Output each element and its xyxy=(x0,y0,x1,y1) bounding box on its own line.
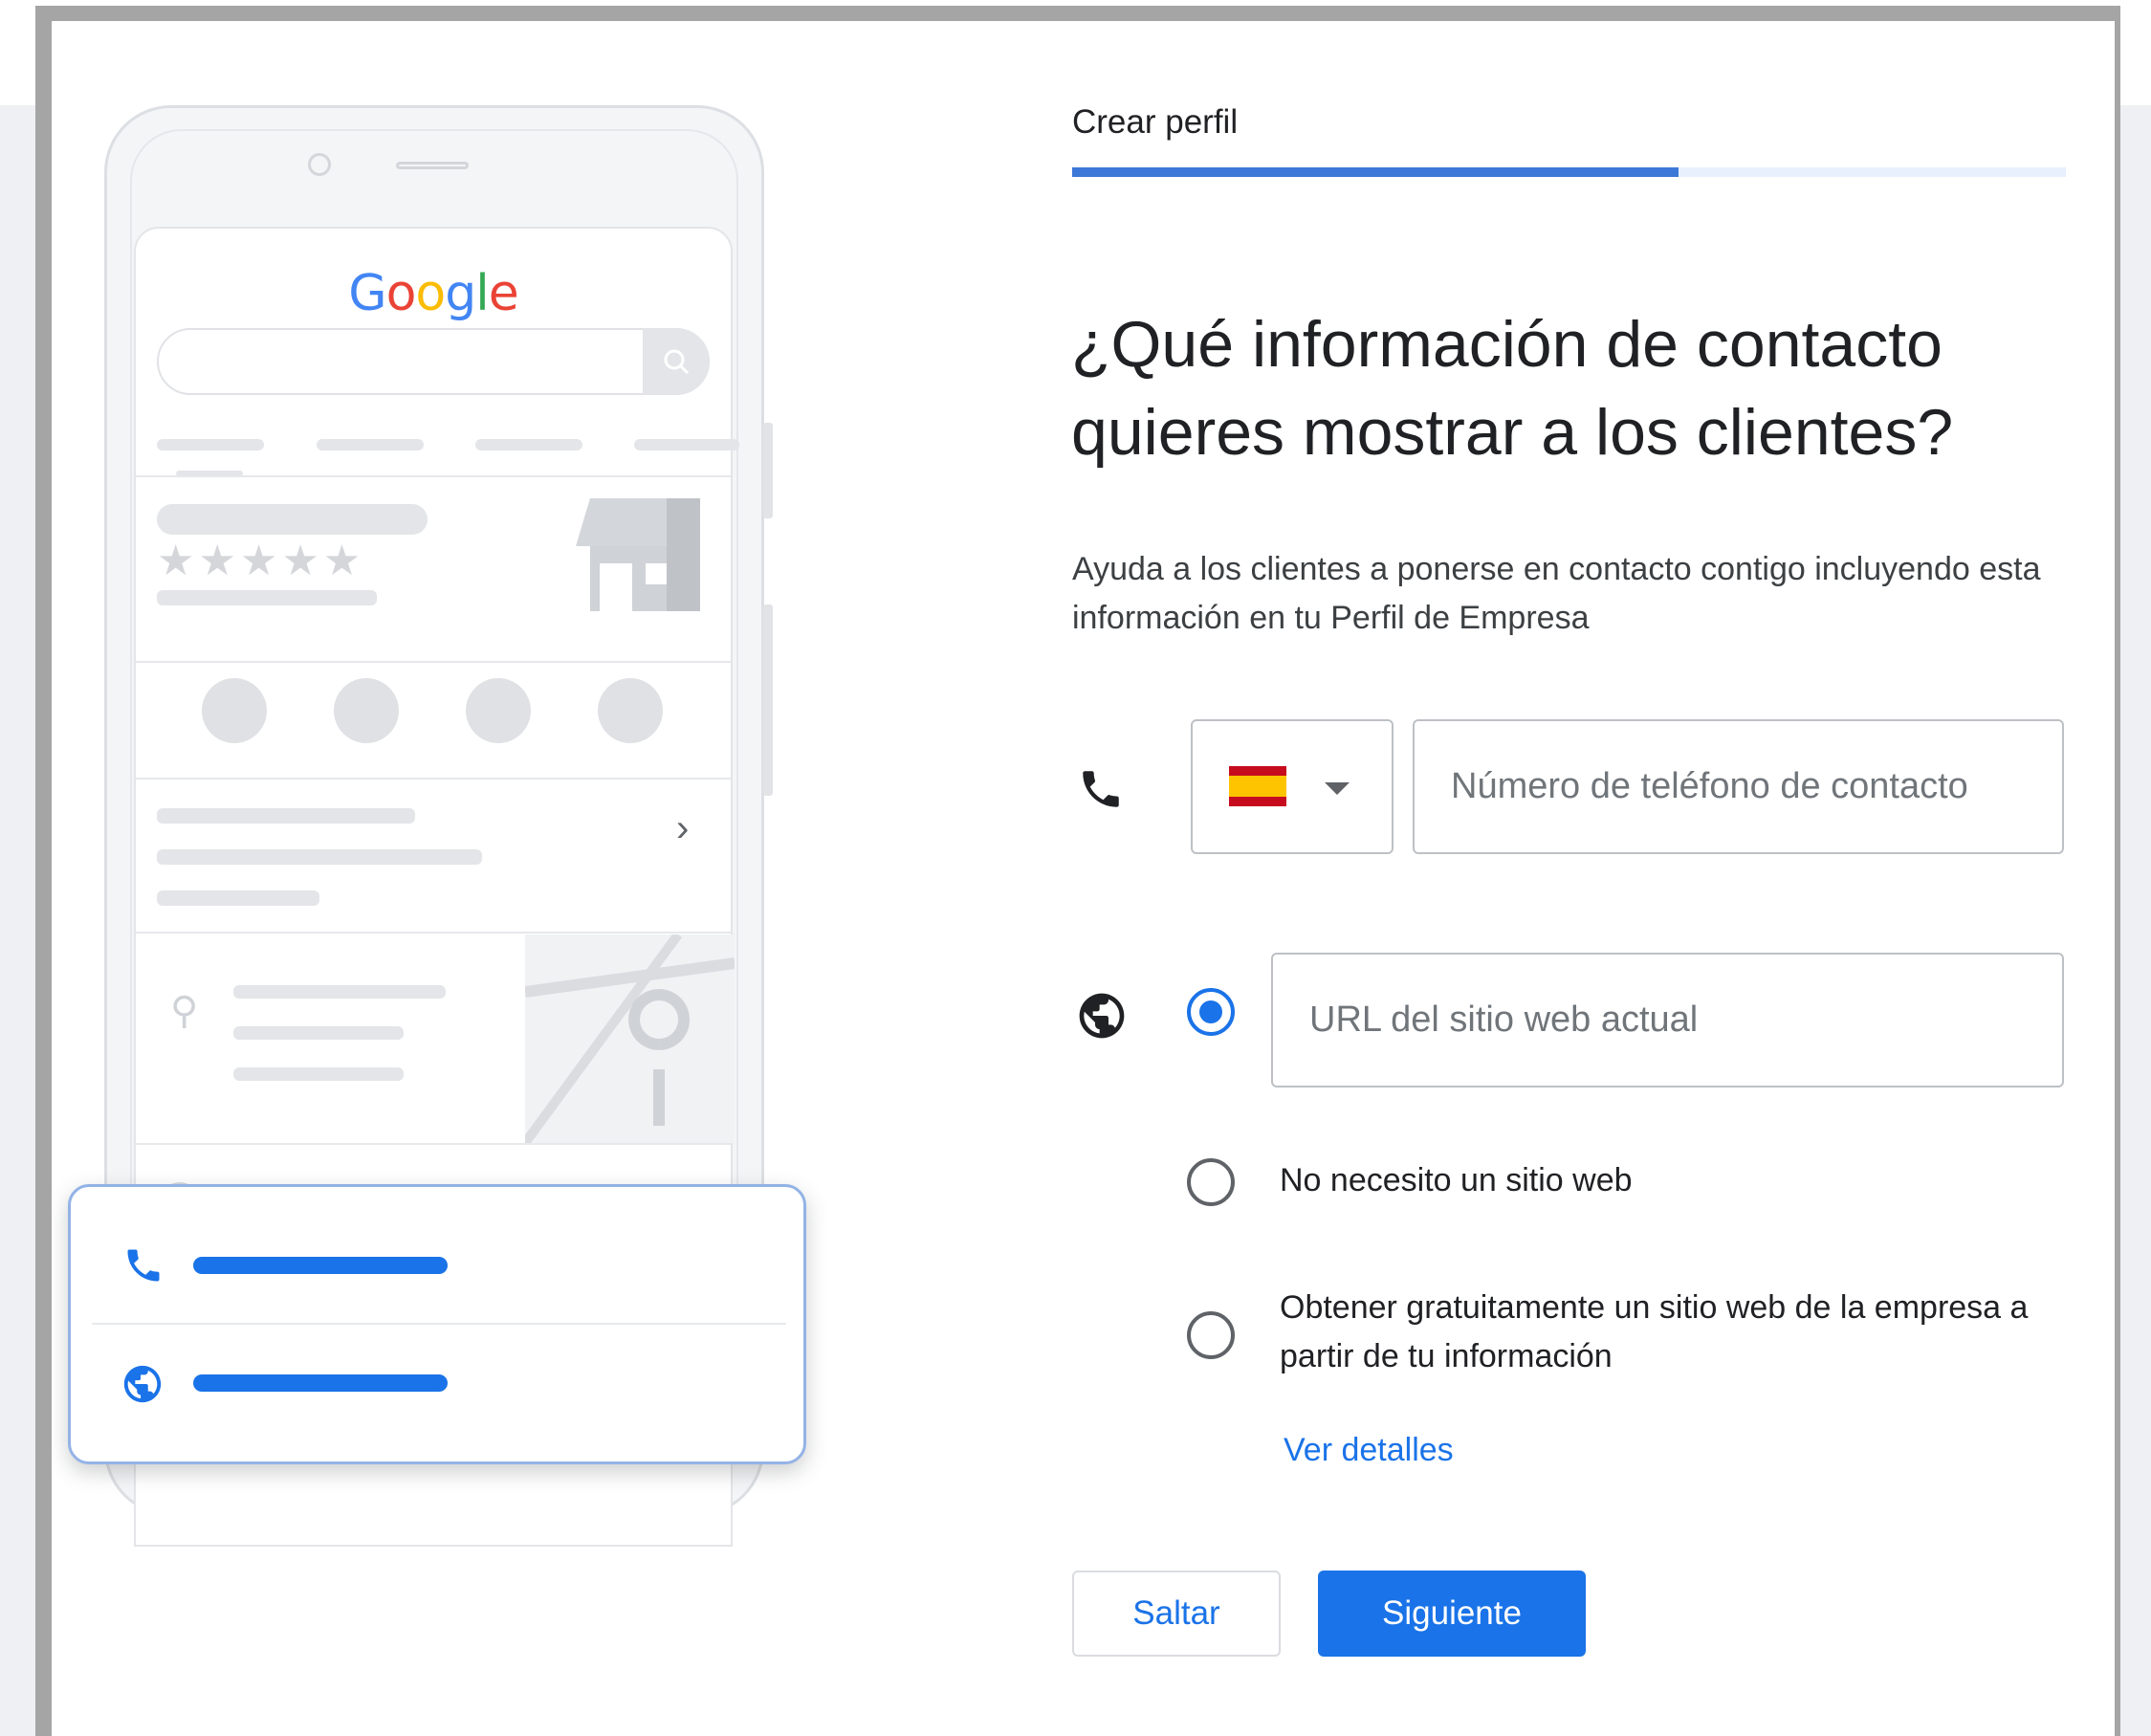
progress-fill xyxy=(1072,167,1679,177)
phone-side-button xyxy=(763,604,773,796)
step-label: Crear perfil xyxy=(1072,103,1239,141)
page-subtitle: Ayuda a los clientes a ponerse en contac… xyxy=(1072,551,2041,636)
phone-icon xyxy=(202,678,267,743)
google-logo: Google xyxy=(348,265,518,322)
dropdown-arrow-icon xyxy=(1325,782,1350,795)
phone-icon xyxy=(1083,771,1119,807)
phone-icon xyxy=(127,1249,160,1282)
phone-camera xyxy=(308,153,331,176)
illustration-search-box xyxy=(157,328,710,395)
phone-number-input[interactable] xyxy=(1413,719,2064,854)
radio-no-website[interactable] xyxy=(1187,1158,1235,1206)
create-profile-panel: Google ★★★★★ › ⚲ Crear perfil ¿Qué infor… xyxy=(52,21,2115,1736)
location-pin-icon: ⚲ xyxy=(170,990,199,1032)
free-website-label: Obtener gratuitamente un sitio web de la… xyxy=(1280,1289,2029,1374)
bookmark-icon xyxy=(466,678,531,743)
website-url-input[interactable] xyxy=(1271,953,2064,1088)
globe-icon xyxy=(123,1365,162,1403)
no-website-label: No necesito un sitio web xyxy=(1280,1162,1633,1198)
map-thumbnail xyxy=(525,934,735,1143)
page-title: ¿Qué información de contacto quieres mos… xyxy=(1071,308,1954,469)
phone-speaker xyxy=(396,162,469,169)
rating-stars: ★★★★★ xyxy=(157,538,365,584)
globe-icon xyxy=(1079,993,1125,1039)
storefront-icon xyxy=(576,498,700,611)
skip-button[interactable]: Saltar xyxy=(1072,1571,1281,1657)
phone-side-button xyxy=(763,423,773,518)
spain-flag-icon xyxy=(1229,766,1286,806)
chevron-right-icon: › xyxy=(676,807,690,849)
next-button[interactable]: Siguiente xyxy=(1318,1571,1586,1657)
directions-icon xyxy=(334,678,399,743)
contact-info-card xyxy=(68,1184,806,1464)
radio-website-url[interactable] xyxy=(1187,988,1235,1036)
progress-bar xyxy=(1072,167,2066,177)
globe-icon xyxy=(598,678,663,743)
see-details-link[interactable]: Ver detalles xyxy=(1284,1432,1454,1469)
search-icon xyxy=(664,349,690,375)
country-code-select[interactable] xyxy=(1191,719,1394,854)
radio-free-website[interactable] xyxy=(1187,1311,1235,1359)
